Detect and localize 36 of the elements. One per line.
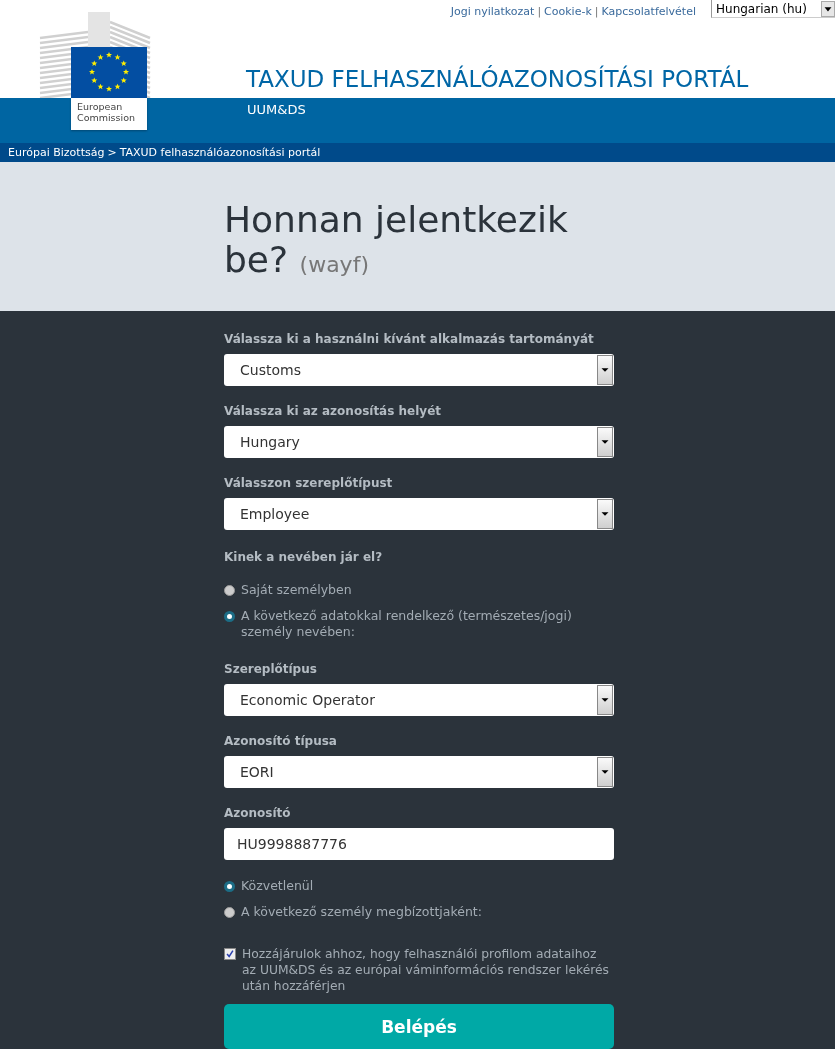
radio-button[interactable] [224, 907, 235, 918]
radio-label: A következő adatokkal rendelkező (természetes/jogi) személy nevében: [241, 608, 573, 640]
field-label: Válassza ki a használni kívánt alkalmazás tartományát [224, 332, 595, 347]
top-link[interactable]: Jogi nyilatkozat [450, 5, 535, 18]
top-link[interactable]: Kapcsolatfelvétel [601, 5, 696, 18]
radio-label: Közvetlenül [241, 878, 314, 894]
language-select[interactable]: Hungarian (hu) [711, 0, 835, 18]
link-separator: | [537, 5, 542, 18]
field-label: Válasszon szereplőtípust [224, 476, 394, 491]
site-subtitle: UUM&DS [247, 101, 306, 117]
field-label: Válassza ki az azonosítás helyét [224, 404, 443, 419]
breadcrumb-link[interactable]: TAXUD felhasználóazonosítási portál [119, 146, 321, 159]
field-label: Szereplőtípus [224, 662, 318, 677]
radio-label: A következő személy megbízottjaként: [241, 904, 482, 920]
dropdown-select[interactable]: EORI [224, 756, 614, 788]
input-field[interactable]: HU9998887776 [224, 828, 614, 860]
radio-label: Saját személyben [241, 582, 352, 598]
field-label: Azonosító [224, 806, 292, 821]
breadcrumb-separator: > [107, 146, 117, 159]
checkbox[interactable] [224, 948, 236, 960]
dropdown-select[interactable]: Employee [224, 498, 614, 530]
site-title: TAXUD FELHASZNÁLÓAZONOSÍTÁSI PORTÁL [246, 66, 749, 92]
top-link[interactable]: Cookie-k [544, 5, 592, 18]
link-separator: | [594, 5, 599, 18]
radio-button[interactable] [224, 881, 235, 892]
dropdown-select[interactable]: Hungary [224, 426, 614, 458]
logo-label: European Commission [71, 98, 147, 130]
radio-button[interactable] [224, 585, 235, 596]
dropdown-select[interactable]: Economic Operator [224, 684, 614, 716]
checkbox-label: Hozzájárulok ahhoz, hogy felhasználói profilom adataihoz az UUM&DS és az európai váminformációs rendszer lekérés után hozzáférjen [242, 946, 610, 994]
question-label: Kinek a nevében jár el? [224, 550, 384, 565]
radio-button[interactable] [224, 611, 235, 622]
breadcrumb-link[interactable]: Európai Bizottság [8, 146, 105, 159]
page-title: Honnan jelentkezik be? (wayf) [224, 200, 569, 282]
dropdown-select[interactable]: Customs [224, 354, 614, 386]
field-label: Azonosító típusa [224, 734, 338, 749]
